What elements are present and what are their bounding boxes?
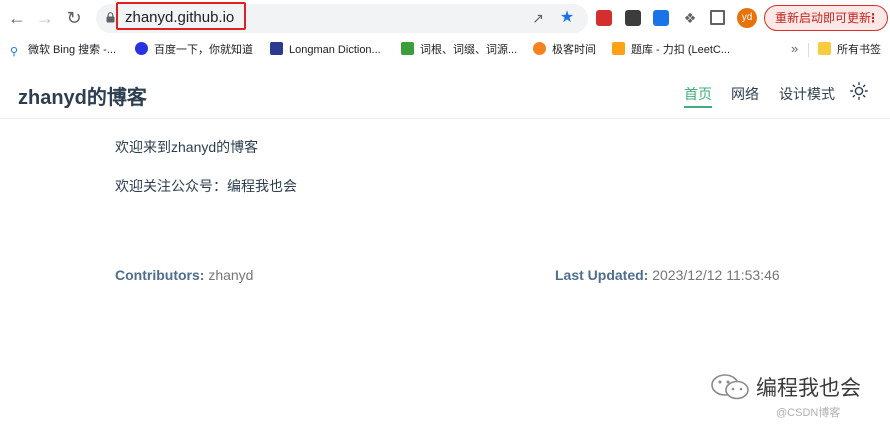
extension-dark-icon[interactable] (625, 10, 641, 26)
sun-icon[interactable] (850, 82, 868, 100)
nav-network[interactable]: 网络 (731, 84, 759, 104)
longman-icon (270, 42, 283, 55)
profile-avatar[interactable]: yd (737, 8, 757, 28)
extension-blue-icon[interactable] (653, 10, 669, 26)
more-menu-icon[interactable]: ⋮ (867, 6, 879, 30)
bookmark-item-baidu[interactable]: 百度一下，你就知道 (135, 42, 253, 58)
bookmark-item-longman[interactable]: Longman Diction... (270, 42, 381, 58)
contributors-value: zhanyd (208, 267, 254, 283)
last-updated-value: 2023/12/12 11:53:46 (652, 267, 780, 283)
bookmarks-bar: ⚲ 微软 Bing 搜索 -... 百度一下，你就知道 Longman Dicti… (0, 37, 890, 63)
watermark: 编程我也会 (710, 372, 885, 402)
search-icon: ⚲ (10, 46, 19, 58)
site-title[interactable]: zhanyd的博客 (18, 81, 147, 110)
follow-text: 欢迎关注公众号：编程我也会 (115, 178, 297, 194)
forward-arrow-icon[interactable]: → (35, 8, 55, 28)
address-bar[interactable]: zhanyd.github.io ↗ ★ (96, 2, 588, 33)
url-text[interactable]: zhanyd.github.io (125, 9, 234, 26)
last-updated-label: Last Updated: (555, 267, 649, 283)
bookmark-item-geektime[interactable]: 极客时间 (533, 42, 596, 58)
contributors-label: Contributors: (115, 267, 205, 283)
lock-icon[interactable] (106, 12, 115, 23)
browser-toolbar: ← → ↻ zhanyd.github.io ↗ ★ ❖ yd 重新启动即可更新… (0, 0, 890, 37)
all-bookmarks-folder[interactable]: 所有书签 (818, 42, 881, 58)
nav-design-patterns[interactable]: 设计模式 (779, 84, 835, 104)
back-arrow-icon[interactable]: ← (7, 8, 27, 28)
more-bookmarks-button[interactable]: » (791, 41, 798, 56)
relaunch-to-update-button[interactable]: 重新启动即可更新 ⋮ (764, 5, 888, 31)
csdn-watermark: @CSDN博客 (776, 407, 841, 419)
bookmark-item-bing[interactable]: ⚲ 微软 Bing 搜索 -... (10, 42, 116, 58)
relaunch-label: 重新启动即可更新 (775, 11, 872, 25)
reload-icon[interactable]: ↻ (64, 8, 84, 28)
nav-home[interactable]: 首页 (684, 84, 712, 108)
baidu-paw-icon (135, 42, 148, 55)
bookmark-star-icon[interactable]: ★ (559, 10, 575, 26)
last-updated: Last Updated: 2023/12/12 11:53:46 (555, 267, 780, 283)
site-header: zhanyd的博客 首页 网络 设计模式 (0, 66, 890, 119)
bookmarks-divider (808, 43, 809, 57)
bookmark-item-cigen[interactable]: 词根、词缀、词源... (401, 42, 517, 58)
folder-icon (818, 42, 831, 55)
side-panel-icon[interactable] (710, 10, 725, 25)
contributors: Contributors: zhanyd (115, 267, 253, 283)
wechat-icon (711, 374, 749, 400)
leetcode-icon (612, 42, 625, 55)
extensions-puzzle-icon[interactable]: ❖ (682, 10, 698, 26)
geek-time-icon (533, 42, 546, 55)
book-icon (401, 42, 414, 55)
watermark-text: 编程我也会 (756, 377, 861, 400)
welcome-text: 欢迎来到zhanyd的博客 (115, 139, 259, 155)
share-icon[interactable]: ↗ (530, 10, 546, 26)
bookmark-item-leetcode[interactable]: 题库 - 力扣 (LeetC... (612, 42, 730, 58)
extension-red-book-icon[interactable] (596, 10, 612, 26)
